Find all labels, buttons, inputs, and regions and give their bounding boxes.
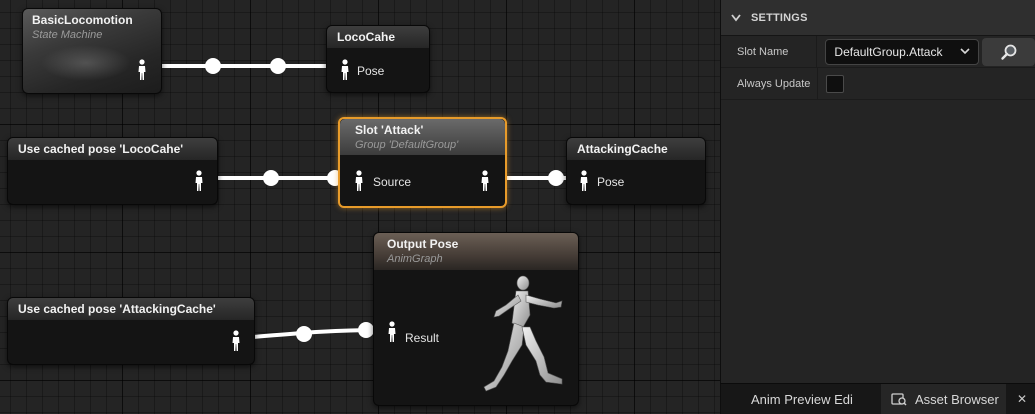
pin-label: Source [373,175,412,189]
search-icon [1000,44,1017,60]
wire-knot [296,326,312,342]
node-title: Use cached pose 'AttackingCache' [18,302,216,316]
wire-knot [205,58,221,74]
always-update-label: Always Update [737,77,811,90]
asset-browser-icon [891,393,907,406]
details-panel: SETTINGS Slot Name DefaultGroup.Attack A… [720,0,1035,383]
tab-label: Asset Browser [915,391,999,407]
settings-section-header[interactable]: SETTINGS [721,0,1035,36]
browse-slot-button[interactable] [982,37,1035,66]
slot-name-value: DefaultGroup.Attack [834,44,943,59]
chevron-down-icon [731,13,741,21]
node-use-cached-pose-attackingcache[interactable]: Use cached pose 'AttackingCache' [7,297,255,365]
row-divider [816,36,818,67]
wire-knot [548,170,564,186]
pin-label: Result [405,331,440,345]
pose-pin-icon[interactable] [231,330,241,352]
pose-pin-icon[interactable] [194,170,204,192]
tab-anim-preview-editor[interactable]: Anim Preview Edi [751,384,857,414]
node-subtitle: AnimGraph [387,253,443,265]
always-update-checkbox[interactable] [826,74,844,93]
node-title: AttackingCache [577,142,668,156]
wire-knot [270,58,286,74]
row-divider [817,68,818,99]
pose-pin-icon[interactable] [340,59,350,81]
slot-name-label: Slot Name [737,45,789,58]
node-loco-cahe[interactable]: LocoCahe Pose [326,25,430,93]
close-icon[interactable]: ✕ [1017,392,1027,406]
node-title: LocoCahe [337,30,396,44]
output-pose-pin-icon[interactable] [480,170,490,192]
pose-pin-icon[interactable] [137,59,147,81]
pose-pin-icon[interactable] [579,170,589,192]
anim-graph-canvas[interactable]: BasicLocomotion State Machine LocoCahe P… [0,0,720,414]
always-update-row: Always Update [721,68,1035,100]
state-machine-preview [41,45,131,81]
result-pin-icon[interactable] [387,321,397,343]
wire-knot [263,170,279,186]
bottom-tab-bar: Anim Preview Edi Asset Browser ✕ [720,383,1035,414]
tab-asset-browser[interactable]: Asset Browser [881,384,1006,414]
node-title: BasicLocomotion [32,13,133,27]
node-title: Use cached pose 'LocoCahe' [18,142,184,156]
pin-label: Pose [597,175,625,189]
node-attacking-cache[interactable]: AttackingCache Pose [566,137,706,205]
chevron-down-icon [960,48,970,55]
node-output-pose[interactable]: Output Pose AnimGraph Result [373,232,579,406]
node-basic-locomotion[interactable]: BasicLocomotion State Machine [22,8,162,94]
node-slot-attack[interactable]: Slot 'Attack' Group 'DefaultGroup' Sourc… [338,117,507,208]
section-title: SETTINGS [751,11,808,24]
node-subtitle: State Machine [32,29,103,41]
node-use-cached-pose-lococahe[interactable]: Use cached pose 'LocoCahe' [7,137,218,205]
node-title: Output Pose [387,237,459,251]
slot-name-combobox[interactable]: DefaultGroup.Attack [825,38,980,65]
tab-label: Anim Preview Edi [751,391,853,407]
wire-knot [358,322,374,338]
slot-name-row: Slot Name DefaultGroup.Attack [721,36,1035,68]
node-subtitle: Group 'DefaultGroup' [355,139,459,151]
source-pin-icon[interactable] [354,170,364,192]
pin-label: Pose [357,64,385,78]
node-title: Slot 'Attack' [355,123,424,137]
running-mannequin-icon [483,275,563,392]
